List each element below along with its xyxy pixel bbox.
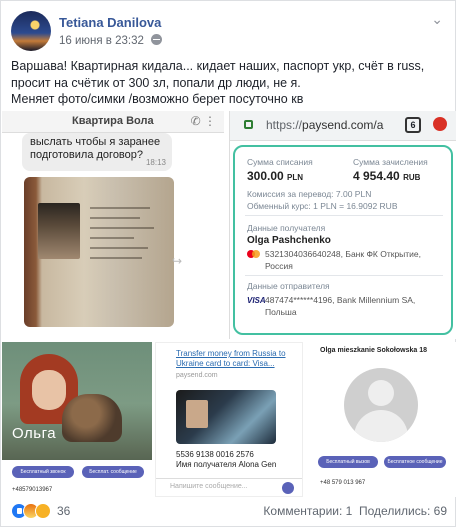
author-name[interactable]: Tetiana Danilova [59,15,161,30]
account-details: 5536 9138 0016 2576 Имя получателя Alona… [176,450,276,470]
profile-face [32,370,66,410]
fee-text: Комиссия за перевод: 7.00 PLN [247,189,372,199]
share-icon: ↪ [172,254,183,268]
sender-card: 487474******4196, Bank Millennium SA, [265,295,416,305]
rate-text: Обменный курс: 1 PLN = 16.9092 RUB [247,201,398,211]
recipient-card: 5321304036640248, Банк ФК Открытие, [265,249,422,259]
send-icon [282,482,294,494]
post-photo-chat-id[interactable]: Transfer money from Russia to Ukraine ca… [155,342,303,497]
chat-bubble-time: 18:13 [145,158,166,167]
free-call-button: Бесплатный звонок [12,466,74,478]
mastercard-icon [247,250,260,258]
browser-url: https://paysend.com/a [266,118,383,132]
message-bar: Напишите сообщение... [156,478,302,496]
visa-icon: VISA [247,296,266,305]
post-text: Варшава! Квартирная кидала... кидает наш… [11,58,447,108]
passport-text-line [90,237,134,239]
url-host: paysend.com/a [302,118,384,132]
contact-title: Olga mieszkanie Sokołowska 18 [320,347,427,354]
post-photo-contact[interactable]: Olga mieszkanie Sokołowska 18 Бесплатный… [306,342,456,497]
recipient-label: Данные получателя [247,223,326,233]
passport-text-line [90,247,148,249]
phone-icon: ✆ ⋮ [190,114,216,128]
sender-label: Данные отправителя [247,281,330,291]
url-scheme: https:// [266,118,303,132]
comments-count[interactable]: Комментарии: 1 [263,504,352,518]
globe-icon [151,34,163,45]
transfer-card: Сумма списания 300.00 PLN Сумма зачислен… [233,145,453,335]
chat-title: Квартира Вола [72,115,154,127]
chat-bubble-text: выслать чтобы я заранее подготовила дого… [30,136,161,161]
free-message-button: Бесплат. сообщение [82,466,144,478]
post-text-line: просит на счётик от 300 зл, попали др лю… [11,75,301,90]
profile-dog [62,394,122,442]
post-photo-paysend[interactable]: https://paysend.com/a 6 Сумма списания 3… [229,111,456,339]
reaction-count[interactable]: 36 [57,504,70,518]
update-icon [433,117,447,131]
post-photo-chat-passport[interactable]: Квартира Вола ✆ ⋮ выслать чтобы я заране… [2,111,224,339]
passport-text-line [90,257,142,259]
profile-actions: Бесплатный звонок Бесплат. сообщение +48… [2,460,152,497]
debit-label: Сумма списания [247,157,313,167]
credit-label: Сумма зачисления [353,157,428,167]
chevron-down-icon[interactable]: ⌄ [431,11,443,28]
default-avatar-icon [344,368,418,442]
contact-phone: +48 579 013 967 [320,480,366,486]
shares-count[interactable]: Поделились: 69 [359,504,447,518]
credit-currency: RUB [403,173,421,182]
tabs-count: 6 [405,117,421,133]
debit-currency: PLN [287,173,304,182]
credit-amount: 4 954.40 RUB [353,169,420,183]
paysend-link: Transfer money from Russia to Ukraine ca… [176,349,286,368]
author-avatar[interactable] [11,11,51,51]
passport-text-line [90,207,150,209]
divider [245,215,443,216]
free-call-button: Бесплатный вызов [318,456,378,468]
passport-text-line [90,227,154,229]
account-number: 5536 9138 0016 2576 [176,450,254,459]
chat-header: Квартира Вола ✆ ⋮ [2,111,224,133]
credit-value: 4 954.40 [353,169,400,183]
message-placeholder: Напишите сообщение... [170,483,248,490]
passport-photo [38,203,80,259]
debit-value: 300.00 [247,169,284,183]
recipient-name: Olga Pashchenko [247,235,331,246]
lock-icon [244,120,253,129]
post-header: Tetiana Danilova 16 июня в 23:32 ⌄ [11,11,447,51]
post-stats: Комментарии: 1 Поделились: 69 [263,504,447,518]
facebook-post: Tetiana Danilova 16 июня в 23:32 ⌄ Варша… [0,0,456,527]
recipient-country: Россия [265,261,293,271]
browser-url-bar: https://paysend.com/a 6 [230,111,456,141]
id-card-image [176,390,276,444]
profile-phone: +48579013967 [12,487,53,493]
divider [245,275,443,276]
free-message-button: Бесплатное сообщение [384,456,446,468]
debit-amount: 300.00 PLN [247,169,303,183]
post-photo-profile[interactable]: Ольга Бесплатный звонок Бесплат. сообщен… [2,342,152,497]
post-text-line: Варшава! Квартирная кидала... кидает наш… [11,59,425,73]
post-footer: 36 Комментарии: 1 Поделились: 69 [11,500,447,522]
post-text-line: Меняет фото/симки /возможно берет посуто… [11,92,304,106]
id-card-photo [186,400,208,428]
passport-image [24,177,174,327]
post-timestamp[interactable]: 16 июня в 23:32 [59,34,163,47]
sender-country: Польша [265,307,297,317]
wow-reaction-icon[interactable] [35,503,51,519]
account-name: Имя получателя Alona Gen [176,460,277,469]
chat-bubble: выслать чтобы я заранее подготовила дого… [22,133,172,171]
profile-name: Ольга [12,425,57,442]
timestamp-text[interactable]: 16 июня в 23:32 [59,35,144,47]
link-domain: paysend.com [176,372,218,379]
passport-text-line [90,217,140,219]
